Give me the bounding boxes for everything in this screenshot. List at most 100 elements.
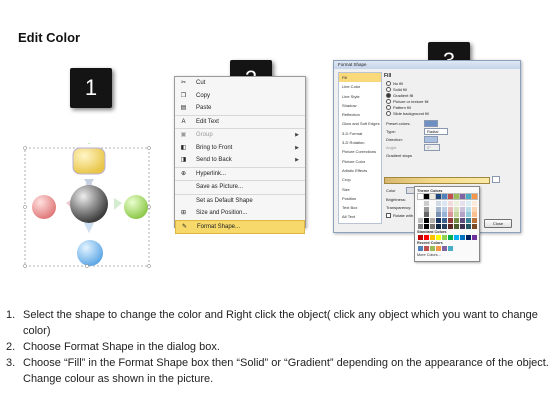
menu-item-bring-to-front[interactable]: ◧ Bring to Front ▶ bbox=[175, 142, 305, 155]
theme-color-swatch[interactable] bbox=[436, 206, 441, 212]
type-dropdown[interactable]: Radial bbox=[424, 128, 448, 135]
menu-item-set-default-shape[interactable]: Set as Default Shape bbox=[175, 193, 305, 208]
theme-color-swatch[interactable] bbox=[466, 200, 471, 206]
sidebar-item-picture-color[interactable]: Picture Color bbox=[339, 157, 381, 166]
theme-color-swatch[interactable] bbox=[441, 193, 448, 200]
standard-color-swatch[interactable] bbox=[442, 235, 447, 240]
sidebar-item-fill[interactable]: Fill bbox=[339, 73, 381, 83]
sidebar-item-glow[interactable]: Glow and Soft Edges bbox=[339, 119, 381, 128]
theme-color-swatch[interactable] bbox=[424, 206, 429, 212]
theme-color-swatch[interactable] bbox=[418, 224, 423, 229]
direction-dropdown[interactable] bbox=[424, 136, 438, 143]
option-no-fill[interactable]: No fill bbox=[386, 81, 403, 87]
theme-color-swatch[interactable] bbox=[417, 193, 424, 200]
theme-color-swatch[interactable] bbox=[454, 200, 459, 206]
gradient-stops-bar[interactable] bbox=[384, 177, 490, 184]
theme-color-swatch[interactable] bbox=[454, 218, 459, 224]
sidebar-item-text-box[interactable]: Text Box bbox=[339, 203, 381, 212]
theme-color-swatch[interactable] bbox=[442, 200, 447, 206]
theme-color-swatch[interactable] bbox=[435, 193, 442, 200]
theme-color-swatch[interactable] bbox=[436, 224, 441, 229]
recent-color-swatch[interactable] bbox=[424, 246, 429, 251]
recent-color-swatch[interactable] bbox=[442, 246, 447, 251]
theme-color-swatch[interactable] bbox=[454, 212, 459, 218]
standard-color-swatch[interactable] bbox=[472, 235, 477, 240]
sidebar-item-line-color[interactable]: Line Color bbox=[339, 82, 381, 91]
theme-color-swatch[interactable] bbox=[460, 200, 465, 206]
theme-color-swatch[interactable] bbox=[430, 218, 435, 224]
theme-color-swatch[interactable] bbox=[442, 212, 447, 218]
option-pattern-fill[interactable]: Pattern fill bbox=[386, 105, 411, 111]
add-stop-button[interactable] bbox=[492, 176, 500, 183]
standard-color-swatch[interactable] bbox=[430, 235, 435, 240]
recent-color-swatch[interactable] bbox=[418, 246, 423, 251]
theme-color-swatch[interactable] bbox=[459, 193, 466, 200]
theme-color-swatch[interactable] bbox=[472, 218, 477, 224]
theme-color-swatch[interactable] bbox=[454, 206, 459, 212]
option-picture-fill[interactable]: Picture or texture fill bbox=[386, 99, 428, 105]
hub-spoke-shape[interactable] bbox=[22, 138, 152, 269]
theme-color-swatch[interactable] bbox=[460, 206, 465, 212]
sidebar-item-picture-corrections[interactable]: Picture Corrections bbox=[339, 147, 381, 156]
menu-item-cut[interactable]: ✂ Cut bbox=[175, 77, 305, 90]
theme-color-swatch[interactable] bbox=[466, 224, 471, 229]
preset-colors-dropdown[interactable] bbox=[424, 120, 438, 127]
close-button[interactable]: Close bbox=[484, 219, 512, 228]
theme-color-swatch[interactable] bbox=[453, 193, 460, 200]
theme-color-swatch[interactable] bbox=[418, 200, 423, 206]
theme-color-swatch[interactable] bbox=[424, 218, 429, 224]
theme-color-swatch[interactable] bbox=[466, 212, 471, 218]
theme-color-swatch[interactable] bbox=[472, 212, 477, 218]
menu-item-save-as-picture[interactable]: Save as Picture... bbox=[175, 180, 305, 194]
theme-color-swatch[interactable] bbox=[418, 212, 423, 218]
standard-color-swatch[interactable] bbox=[466, 235, 471, 240]
theme-color-swatch[interactable] bbox=[472, 224, 477, 229]
menu-item-format-shape[interactable]: ✎ Format Shape... bbox=[175, 219, 305, 234]
theme-color-swatch[interactable] bbox=[472, 200, 477, 206]
theme-color-swatch[interactable] bbox=[442, 206, 447, 212]
sidebar-item-position[interactable]: Position bbox=[339, 194, 381, 203]
theme-color-swatch[interactable] bbox=[454, 224, 459, 229]
selected-shape-group[interactable] bbox=[22, 138, 152, 269]
theme-color-swatch[interactable] bbox=[448, 218, 453, 224]
theme-color-swatch[interactable] bbox=[471, 193, 478, 200]
sidebar-item-artistic-effects[interactable]: Artistic Effects bbox=[339, 166, 381, 175]
theme-color-swatch[interactable] bbox=[424, 200, 429, 206]
theme-color-swatch[interactable] bbox=[466, 206, 471, 212]
theme-color-swatch[interactable] bbox=[465, 193, 472, 200]
theme-color-swatch[interactable] bbox=[460, 224, 465, 229]
theme-color-swatch[interactable] bbox=[436, 212, 441, 218]
recent-color-swatch[interactable] bbox=[430, 246, 435, 251]
option-slide-background-fill[interactable]: Slide background fill bbox=[386, 111, 429, 117]
menu-item-hyperlink[interactable]: ⊕ Hyperlink... bbox=[175, 166, 305, 181]
theme-color-swatch[interactable] bbox=[430, 200, 435, 206]
option-gradient-fill[interactable]: Gradient fill bbox=[386, 93, 413, 99]
theme-color-swatch[interactable] bbox=[430, 212, 435, 218]
menu-item-paste[interactable]: ▤ Paste bbox=[175, 102, 305, 115]
theme-color-swatch[interactable] bbox=[424, 224, 429, 229]
menu-item-copy[interactable]: ❐ Copy bbox=[175, 90, 305, 103]
standard-color-swatch[interactable] bbox=[460, 235, 465, 240]
sidebar-item-line-style[interactable]: Line Style bbox=[339, 92, 381, 101]
sidebar-item-alt-text[interactable]: Alt Text bbox=[339, 212, 381, 221]
sidebar-item-3d-rotation[interactable]: 3-D Rotation bbox=[339, 138, 381, 147]
recent-color-swatch[interactable] bbox=[436, 246, 441, 251]
menu-item-send-to-back[interactable]: ◨ Send to Back ▶ bbox=[175, 154, 305, 167]
recent-color-swatch[interactable] bbox=[448, 246, 453, 251]
menu-item-size-position[interactable]: ⊞ Size and Position... bbox=[175, 207, 305, 220]
standard-color-swatch[interactable] bbox=[436, 235, 441, 240]
option-solid-fill[interactable]: Solid fill bbox=[386, 87, 407, 93]
theme-color-swatch[interactable] bbox=[442, 218, 447, 224]
theme-color-swatch[interactable] bbox=[442, 224, 447, 229]
standard-color-swatch[interactable] bbox=[454, 235, 459, 240]
more-colors-link[interactable]: More Colors... bbox=[417, 253, 441, 257]
theme-color-swatch[interactable] bbox=[448, 206, 453, 212]
theme-color-swatch[interactable] bbox=[429, 193, 436, 200]
theme-color-swatch[interactable] bbox=[430, 224, 435, 229]
theme-color-swatch[interactable] bbox=[460, 218, 465, 224]
sidebar-item-shadow[interactable]: Shadow bbox=[339, 101, 381, 110]
theme-color-swatch[interactable] bbox=[418, 218, 423, 224]
theme-color-swatch[interactable] bbox=[423, 193, 430, 200]
theme-color-swatch[interactable] bbox=[448, 200, 453, 206]
theme-color-swatch[interactable] bbox=[447, 193, 454, 200]
